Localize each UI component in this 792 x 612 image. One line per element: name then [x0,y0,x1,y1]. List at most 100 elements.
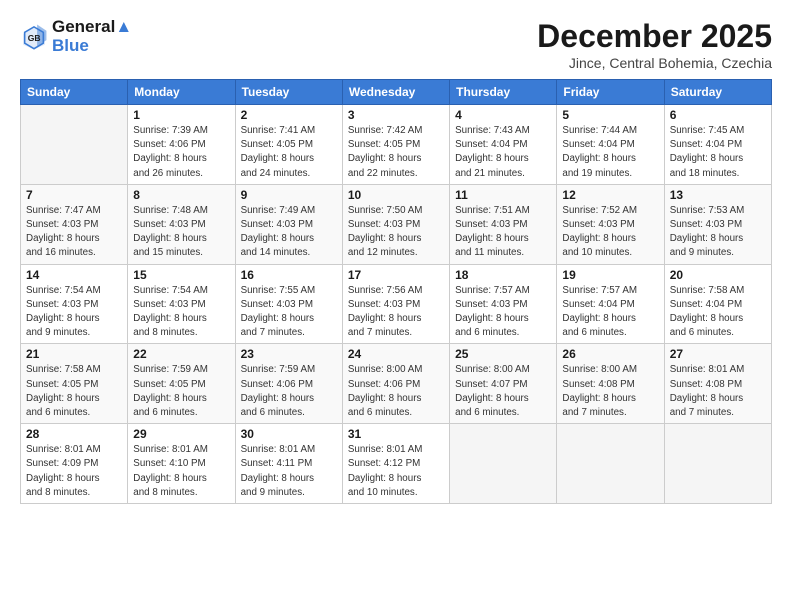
day-info: Sunrise: 7:52 AMSunset: 4:03 PMDaylight:… [562,204,658,261]
calendar-cell: 1 Sunrise: 7:39 AMSunset: 4:06 PMDaylight… [128,105,235,185]
calendar-cell: 21Sunrise: 7:58 AMSunset: 4:05 PMDayligh… [21,344,128,424]
weekday-header-row: Sunday Monday Tuesday Wednesday Thursday… [21,80,772,105]
day-info: Sunrise: 8:01 AMSunset: 4:08 PMDaylight:… [670,363,766,420]
day-number: 6 [670,108,766,122]
header-wednesday: Wednesday [342,80,449,105]
day-info: Sunrise: 7:47 AMSunset: 4:03 PMDaylight:… [26,204,122,261]
calendar-cell: 30 Sunrise: 8:01 AMSunset: 4:11 PMDayligh… [235,424,342,504]
day-number: 13 [670,188,766,202]
day-info: Sunrise: 7:58 AMSunset: 4:05 PMDaylight:… [26,363,122,420]
calendar-cell: 3 Sunrise: 7:42 AMSunset: 4:05 PMDaylight… [342,105,449,185]
day-info: Sunrise: 7:57 AMSunset: 4:03 PMDaylight:… [455,284,551,341]
day-number: 27 [670,347,766,361]
day-info: Sunrise: 7:51 AMSunset: 4:03 PMDaylight:… [455,204,551,261]
calendar-week-row: 28 Sunrise: 8:01 AMSunset: 4:09 PMDayligh… [21,424,772,504]
day-info: Sunrise: 7:59 AMSunset: 4:05 PMDaylight:… [133,363,229,420]
calendar-cell: 15 Sunrise: 7:54 AMSunset: 4:03 PMDayligh… [128,264,235,344]
day-info: Sunrise: 7:50 AMSunset: 4:03 PMDaylight:… [348,204,444,261]
calendar-cell [21,105,128,185]
day-info: Sunrise: 7:49 AMSunset: 4:03 PMDaylight:… [241,204,337,261]
day-number: 3 [348,108,444,122]
day-info: Sunrise: 7:42 AMSunset: 4:05 PMDaylight:… [348,124,444,181]
day-number: 5 [562,108,658,122]
calendar-cell: 2Sunrise: 7:41 AMSunset: 4:05 PMDaylight… [235,105,342,185]
header-saturday: Saturday [664,80,771,105]
calendar-cell [557,424,664,504]
calendar-cell: 10 Sunrise: 7:50 AMSunset: 4:03 PMDayligh… [342,184,449,264]
calendar-cell: 8 Sunrise: 7:48 AMSunset: 4:03 PMDaylight… [128,184,235,264]
calendar-cell: 13 Sunrise: 7:53 AMSunset: 4:03 PMDayligh… [664,184,771,264]
day-info: Sunrise: 8:01 AMSunset: 4:11 PMDaylight:… [241,443,337,500]
day-number: 20 [670,268,766,282]
calendar-cell: 19 Sunrise: 7:57 AMSunset: 4:04 PMDayligh… [557,264,664,344]
day-info: Sunrise: 7:56 AMSunset: 4:03 PMDaylight:… [348,284,444,341]
day-info: Sunrise: 7:39 AMSunset: 4:06 PMDaylight:… [133,124,229,181]
day-info: Sunrise: 7:57 AMSunset: 4:04 PMDaylight:… [562,284,658,341]
header: GB General▲ Blue December 2025 Jince, Ce… [20,18,772,71]
day-info: Sunrise: 7:48 AMSunset: 4:03 PMDaylight:… [133,204,229,261]
header-sunday: Sunday [21,80,128,105]
calendar-cell: 11 Sunrise: 7:51 AMSunset: 4:03 PMDayligh… [450,184,557,264]
day-info: Sunrise: 7:58 AMSunset: 4:04 PMDaylight:… [670,284,766,341]
calendar-cell: 24Sunrise: 8:00 AMSunset: 4:06 PMDayligh… [342,344,449,424]
day-info: Sunrise: 7:44 AMSunset: 4:04 PMDaylight:… [562,124,658,181]
day-number: 4 [455,108,551,122]
day-number: 19 [562,268,658,282]
title-block: December 2025 Jince, Central Bohemia, Cz… [537,18,772,71]
day-number: 25 [455,347,551,361]
header-friday: Friday [557,80,664,105]
calendar-cell: 22 Sunrise: 7:59 AMSunset: 4:05 PMDayligh… [128,344,235,424]
calendar-cell: 25Sunrise: 8:00 AMSunset: 4:07 PMDayligh… [450,344,557,424]
day-number: 14 [26,268,122,282]
calendar-cell: 18 Sunrise: 7:57 AMSunset: 4:03 PMDayligh… [450,264,557,344]
day-number: 28 [26,427,122,441]
header-thursday: Thursday [450,80,557,105]
day-number: 24 [348,347,444,361]
day-number: 17 [348,268,444,282]
day-number: 23 [241,347,337,361]
day-info: Sunrise: 7:54 AMSunset: 4:03 PMDaylight:… [26,284,122,341]
calendar-cell [450,424,557,504]
day-number: 7 [26,188,122,202]
location-subtitle: Jince, Central Bohemia, Czechia [537,55,772,71]
day-info: Sunrise: 7:55 AMSunset: 4:03 PMDaylight:… [241,284,337,341]
day-info: Sunrise: 8:01 AMSunset: 4:10 PMDaylight:… [133,443,229,500]
month-title: December 2025 [537,18,772,55]
day-number: 31 [348,427,444,441]
header-tuesday: Tuesday [235,80,342,105]
day-info: Sunrise: 7:59 AMSunset: 4:06 PMDaylight:… [241,363,337,420]
day-info: Sunrise: 7:53 AMSunset: 4:03 PMDaylight:… [670,204,766,261]
calendar-cell: 4Sunrise: 7:43 AMSunset: 4:04 PMDaylight… [450,105,557,185]
calendar-cell: 12Sunrise: 7:52 AMSunset: 4:03 PMDayligh… [557,184,664,264]
day-number: 9 [241,188,337,202]
day-number: 8 [133,188,229,202]
calendar-cell: 20 Sunrise: 7:58 AMSunset: 4:04 PMDayligh… [664,264,771,344]
day-number: 30 [241,427,337,441]
day-number: 18 [455,268,551,282]
calendar-cell: 17 Sunrise: 7:56 AMSunset: 4:03 PMDayligh… [342,264,449,344]
calendar-cell: 16 Sunrise: 7:55 AMSunset: 4:03 PMDayligh… [235,264,342,344]
day-number: 15 [133,268,229,282]
day-number: 26 [562,347,658,361]
calendar-cell: 28 Sunrise: 8:01 AMSunset: 4:09 PMDayligh… [21,424,128,504]
calendar-cell: 7 Sunrise: 7:47 AMSunset: 4:03 PMDaylight… [21,184,128,264]
day-number: 22 [133,347,229,361]
day-info: Sunrise: 8:00 AMSunset: 4:08 PMDaylight:… [562,363,658,420]
logo-text: General▲ Blue [52,18,132,55]
calendar-week-row: 1 Sunrise: 7:39 AMSunset: 4:06 PMDaylight… [21,105,772,185]
day-number: 10 [348,188,444,202]
calendar-cell: 29Sunrise: 8:01 AMSunset: 4:10 PMDayligh… [128,424,235,504]
calendar-cell: 14 Sunrise: 7:54 AMSunset: 4:03 PMDayligh… [21,264,128,344]
day-number: 16 [241,268,337,282]
calendar-week-row: 14 Sunrise: 7:54 AMSunset: 4:03 PMDayligh… [21,264,772,344]
day-number: 11 [455,188,551,202]
page: GB General▲ Blue December 2025 Jince, Ce… [0,0,792,514]
calendar-week-row: 7 Sunrise: 7:47 AMSunset: 4:03 PMDaylight… [21,184,772,264]
calendar-cell: 23 Sunrise: 7:59 AMSunset: 4:06 PMDayligh… [235,344,342,424]
day-info: Sunrise: 7:45 AMSunset: 4:04 PMDaylight:… [670,124,766,181]
day-info: Sunrise: 7:54 AMSunset: 4:03 PMDaylight:… [133,284,229,341]
day-info: Sunrise: 8:01 AMSunset: 4:09 PMDaylight:… [26,443,122,500]
calendar-week-row: 21Sunrise: 7:58 AMSunset: 4:05 PMDayligh… [21,344,772,424]
calendar-cell: 6 Sunrise: 7:45 AMSunset: 4:04 PMDaylight… [664,105,771,185]
day-number: 1 [133,108,229,122]
